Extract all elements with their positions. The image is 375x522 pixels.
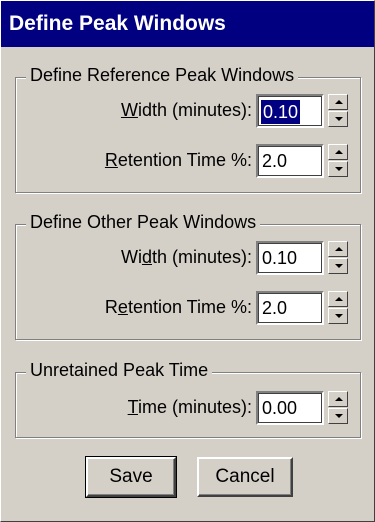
other-group-legend: Define Other Peak Windows <box>26 212 261 233</box>
arrow-up-icon <box>335 247 343 251</box>
reference-retention-row: Retention Time %: <box>16 144 360 178</box>
unretained-time-increment-button[interactable] <box>328 391 348 407</box>
unretained-time-decrement-button[interactable] <box>328 408 348 424</box>
other-retention-increment-button[interactable] <box>328 291 348 307</box>
unretained-time-input[interactable] <box>256 391 324 425</box>
reference-retention-field[interactable] <box>260 148 324 174</box>
arrow-down-icon <box>335 264 343 268</box>
reference-retention-label: Retention Time %: <box>104 150 252 170</box>
unretained-time-field[interactable] <box>260 395 324 421</box>
save-button[interactable]: Save <box>85 456 177 498</box>
unretained-time-row: Time (minutes): <box>16 391 360 425</box>
other-peak-windows-group: Define Other Peak Windows Width (minutes… <box>15 212 361 340</box>
unretained-time-label: Time (minutes): <box>127 397 252 417</box>
reference-width-value: 0.10 <box>261 100 301 124</box>
arrow-down-icon <box>335 167 343 171</box>
reference-width-input[interactable]: 0.10 <box>256 94 324 128</box>
arrow-up-icon <box>335 297 343 301</box>
other-width-field[interactable] <box>260 245 324 271</box>
other-retention-spinner[interactable] <box>328 291 348 325</box>
reference-retention-decrement-button[interactable] <box>328 161 348 177</box>
reference-retention-spinner[interactable] <box>328 144 348 178</box>
other-retention-decrement-button[interactable] <box>328 308 348 324</box>
reference-group-legend: Define Reference Peak Windows <box>26 65 299 86</box>
unretained-time-spinner[interactable] <box>328 391 348 425</box>
other-width-row: Width (minutes): <box>16 241 360 275</box>
reference-width-label: Width (minutes): <box>120 100 252 120</box>
reference-retention-increment-button[interactable] <box>328 144 348 160</box>
window-title: Define Peak Windows <box>1 1 374 47</box>
other-width-spinner[interactable] <box>328 241 348 275</box>
unretained-peak-time-group: Unretained Peak Time Time (minutes): <box>15 360 361 438</box>
define-peak-windows-dialog: Define Peak Windows Define Reference Pea… <box>0 0 375 522</box>
reference-width-row: Width (minutes): 0.10 <box>16 94 360 128</box>
arrow-down-icon <box>335 314 343 318</box>
other-retention-label: Retention Time %: <box>104 297 252 317</box>
arrow-up-icon <box>335 100 343 104</box>
arrow-down-icon <box>335 117 343 121</box>
arrow-up-icon <box>335 397 343 401</box>
reference-peak-windows-group: Define Reference Peak Windows Width (min… <box>15 65 361 193</box>
other-width-decrement-button[interactable] <box>328 258 348 274</box>
other-retention-row: Retention Time %: <box>16 291 360 325</box>
cancel-button[interactable]: Cancel <box>197 457 293 497</box>
other-width-increment-button[interactable] <box>328 241 348 257</box>
arrow-down-icon <box>335 414 343 418</box>
reference-width-increment-button[interactable] <box>328 94 348 110</box>
reference-width-spinner[interactable] <box>328 94 348 128</box>
arrow-up-icon <box>335 150 343 154</box>
other-retention-field[interactable] <box>260 295 324 321</box>
reference-retention-input[interactable] <box>256 144 324 178</box>
unretained-group-legend: Unretained Peak Time <box>26 360 213 381</box>
other-width-input[interactable] <box>256 241 324 275</box>
other-retention-input[interactable] <box>256 291 324 325</box>
reference-width-decrement-button[interactable] <box>328 111 348 127</box>
other-width-label: Width (minutes): <box>120 247 252 267</box>
